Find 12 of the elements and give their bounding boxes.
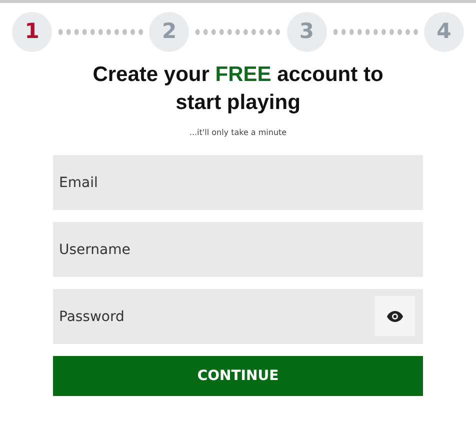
show-password-button[interactable] <box>375 296 415 336</box>
step-number: 1 <box>12 12 52 52</box>
heading: Create your FREE account to start playing <box>92 62 384 116</box>
step-number: 3 <box>286 12 327 52</box>
input-field[interactable]: Username <box>53 222 423 277</box>
subtitle: ...it'll only take a minute <box>188 127 288 139</box>
input-field[interactable]: Email <box>53 155 423 210</box>
step-number: 4 <box>424 12 464 52</box>
password-field[interactable]: Password <box>53 289 423 344</box>
continue-button[interactable]: CONTINUE <box>53 356 423 396</box>
eye-icon <box>387 310 403 322</box>
step-number: 2 <box>149 12 190 52</box>
